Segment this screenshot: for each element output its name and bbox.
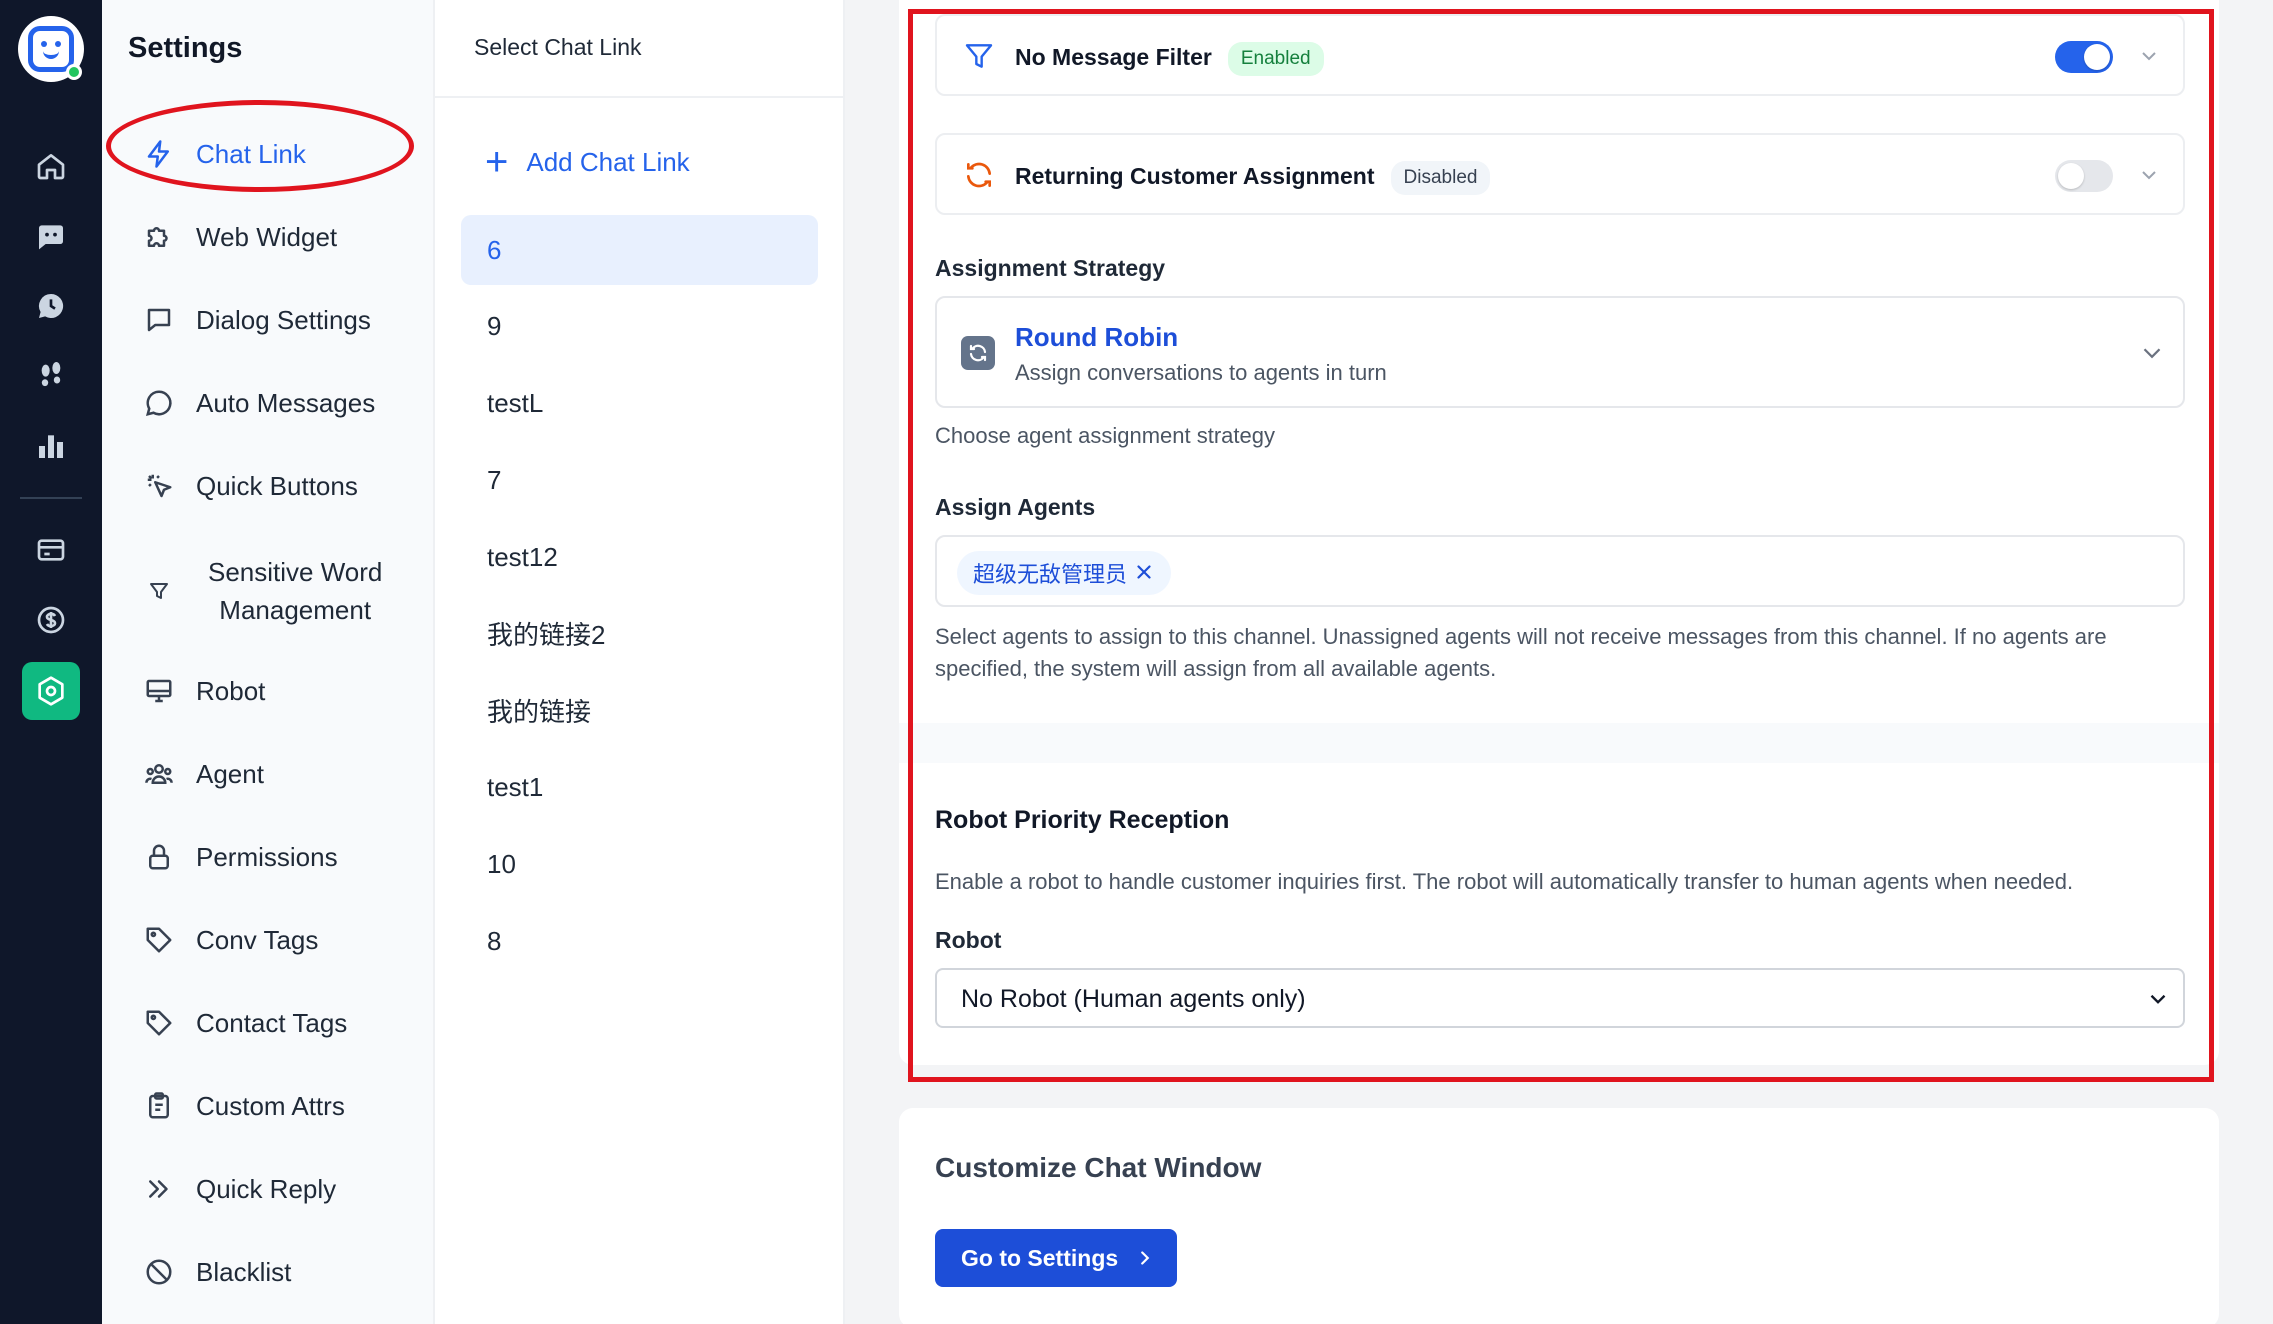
- puzzle-icon: [142, 220, 176, 254]
- settings-item-contact-tags[interactable]: Contact Tags: [106, 985, 420, 1061]
- footprints-icon[interactable]: [22, 347, 80, 405]
- settings-item-label: Quick Buttons: [196, 470, 358, 501]
- clipboard-icon: [142, 1089, 176, 1123]
- filter-icon: [142, 574, 176, 608]
- home-icon[interactable]: [22, 137, 80, 195]
- settings-item-dialog-settings[interactable]: Dialog Settings: [106, 282, 420, 358]
- list-item[interactable]: 6: [461, 215, 818, 285]
- message-circle-icon: [142, 386, 176, 420]
- annotation-ellipse: [106, 100, 414, 192]
- settings-item-quick-reply[interactable]: Quick Reply: [106, 1151, 420, 1227]
- settings-item-permissions[interactable]: Permissions: [106, 819, 420, 895]
- annotation-rectangle: [908, 9, 2214, 1082]
- go-to-settings-button[interactable]: Go to Settings: [935, 1229, 1177, 1287]
- app-rail: [0, 0, 102, 1324]
- tag-icon: [142, 1006, 176, 1040]
- settings-menu: Settings Chat Link Web Widget Dialog Set…: [102, 0, 435, 1324]
- bar-chart-icon[interactable]: [22, 417, 80, 475]
- links-header: Select Chat Link: [435, 0, 843, 98]
- settings-item-label: Agent: [196, 758, 264, 789]
- users-icon: [142, 757, 176, 791]
- settings-item-web-widget[interactable]: Web Widget: [106, 199, 420, 275]
- monitor-icon: [142, 674, 176, 708]
- online-status-dot: [66, 64, 82, 80]
- settings-item-custom-attrs[interactable]: Custom Attrs: [106, 1068, 420, 1144]
- list-item[interactable]: 7: [461, 445, 818, 515]
- settings-item-conv-tags[interactable]: Conv Tags: [106, 902, 420, 978]
- settings-hex-icon[interactable]: [22, 662, 80, 720]
- plus-icon: +: [485, 140, 509, 184]
- settings-item-auto-messages[interactable]: Auto Messages: [106, 365, 420, 441]
- settings-item-label: Conv Tags: [196, 924, 319, 955]
- list-item[interactable]: 我的链接2: [461, 598, 818, 668]
- settings-item-label: Auto Messages: [196, 387, 376, 418]
- list-item[interactable]: 10: [461, 829, 818, 899]
- dollar-icon[interactable]: [22, 591, 80, 649]
- list-item[interactable]: 8: [461, 906, 818, 976]
- chevron-right-icon: [1141, 1251, 1150, 1265]
- settings-item-quick-buttons[interactable]: Quick Buttons: [106, 448, 420, 524]
- settings-item-robot[interactable]: Robot: [106, 653, 420, 729]
- list-item[interactable]: testL: [461, 368, 818, 438]
- add-chat-link-label: Add Chat Link: [526, 146, 690, 177]
- chat-icon[interactable]: [22, 207, 80, 265]
- settings-item-sensitive-word[interactable]: Sensitive Word Management: [106, 548, 420, 634]
- ban-icon: [142, 1255, 176, 1289]
- message-square-icon: [142, 303, 176, 337]
- links-header-title: Select Chat Link: [474, 34, 642, 60]
- app-logo[interactable]: [18, 16, 84, 82]
- list-item[interactable]: test1: [461, 752, 818, 822]
- settings-item-label: Web Widget: [196, 221, 338, 252]
- settings-item-label: Custom Attrs: [196, 1090, 345, 1121]
- settings-item-blacklist[interactable]: Blacklist: [106, 1234, 420, 1310]
- settings-item-label: Contact Tags: [196, 1007, 348, 1038]
- add-chat-link-button[interactable]: + Add Chat Link: [485, 142, 690, 182]
- settings-item-label: Blacklist: [196, 1256, 292, 1287]
- tag-icon: [142, 923, 176, 957]
- pointer-click-icon: [142, 469, 176, 503]
- customize-chat-window-card: Customize Chat Window Go to Settings: [899, 1108, 2219, 1324]
- billing-card-icon[interactable]: [22, 521, 80, 579]
- lock-icon: [142, 840, 176, 874]
- settings-item-label: Sensitive Word Management: [208, 557, 383, 625]
- bot-face-icon: [28, 26, 74, 72]
- settings-item-label: Permissions: [196, 841, 338, 872]
- list-item[interactable]: test12: [461, 522, 818, 592]
- settings-item-label: Dialog Settings: [196, 304, 371, 335]
- customize-chat-window-title: Customize Chat Window: [935, 1152, 1262, 1183]
- settings-item-label: Quick Reply: [196, 1173, 337, 1204]
- double-chevron-right-icon: [142, 1172, 176, 1206]
- list-item[interactable]: 我的链接: [461, 675, 818, 745]
- history-chat-icon[interactable]: [22, 277, 80, 335]
- settings-item-agent[interactable]: Agent: [106, 736, 420, 812]
- rail-divider: [20, 497, 82, 499]
- settings-title: Settings: [128, 32, 243, 64]
- chat-link-list: Select Chat Link + Add Chat Link 6 9 tes…: [435, 0, 845, 1324]
- list-item[interactable]: 9: [461, 291, 818, 361]
- settings-item-label: Robot: [196, 675, 266, 706]
